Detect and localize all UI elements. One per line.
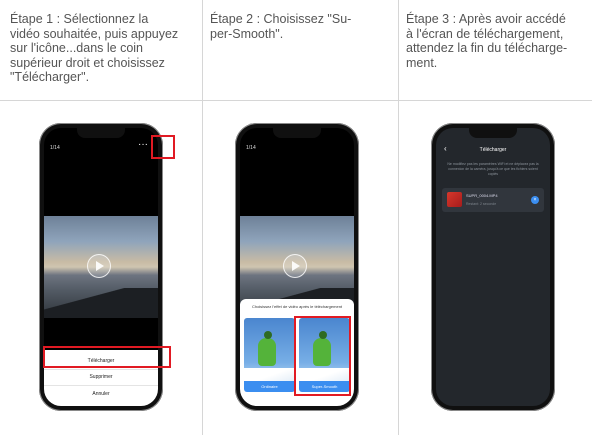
close-icon[interactable]: × — [531, 196, 539, 204]
download-screen: ‹ Télécharger Ne modifiez pas les paramè… — [436, 128, 550, 406]
play-icon — [283, 254, 307, 278]
phone-notch — [77, 128, 125, 138]
download-item: SUPR_0004.MP4 Restant: 2 seconde × — [442, 188, 544, 212]
skier-helmet — [264, 331, 272, 339]
divider — [44, 385, 158, 386]
video-counter: 1/14 — [50, 145, 60, 151]
file-thumbnail — [447, 192, 462, 207]
download-title: Télécharger — [479, 147, 507, 153]
delete-menu-item[interactable]: Supprimer — [44, 374, 158, 380]
highlight-more-icon — [151, 135, 175, 159]
column-divider — [202, 0, 203, 435]
video-counter: 1/14 — [246, 145, 256, 151]
file-status: Restant: 2 seconde — [466, 202, 497, 206]
play-triangle — [96, 261, 104, 271]
column-divider — [398, 0, 399, 435]
highlight-supersmooth — [294, 316, 351, 396]
file-name: SUPR_0004.MP4 — [466, 193, 498, 198]
phone-step-3: ‹ Télécharger Ne modifiez pas les paramè… — [431, 123, 555, 411]
step-2-caption: Étape 2 : Choisissez "Su- per-Smooth". — [210, 12, 352, 41]
rock-foreground — [44, 288, 158, 318]
ordinary-option[interactable]: Ordinaire — [244, 318, 295, 392]
phone-step-1: 1/14 ··· Télécharger Supprimer Annuler — [39, 123, 175, 411]
more-options-icon[interactable]: ··· — [138, 140, 148, 150]
play-triangle — [292, 261, 300, 271]
step-3-caption: Étape 3 : Après avoir accédé à l'écran d… — [406, 12, 568, 70]
cancel-menu-item[interactable]: Annuler — [44, 391, 158, 397]
download-note: Ne modifiez pas les paramètres WiFi et n… — [447, 162, 539, 176]
phone-notch — [469, 128, 517, 138]
phone-step-2: 1/14 Choisissez l'effet de vidéo après l… — [235, 123, 359, 411]
divider — [44, 369, 158, 370]
phone-notch — [273, 128, 321, 138]
highlight-download-item — [43, 346, 171, 368]
step-1-caption: Étape 1 : Sélectionnez la vidéo souhaité… — [10, 12, 179, 84]
effect-panel-title: Choisissez l'effet de vidéo après le tél… — [251, 304, 343, 309]
video-preview[interactable] — [44, 216, 158, 318]
skier-image — [258, 338, 276, 366]
row-divider — [0, 100, 592, 101]
ordinary-label: Ordinaire — [244, 381, 295, 392]
play-icon[interactable] — [87, 254, 111, 278]
